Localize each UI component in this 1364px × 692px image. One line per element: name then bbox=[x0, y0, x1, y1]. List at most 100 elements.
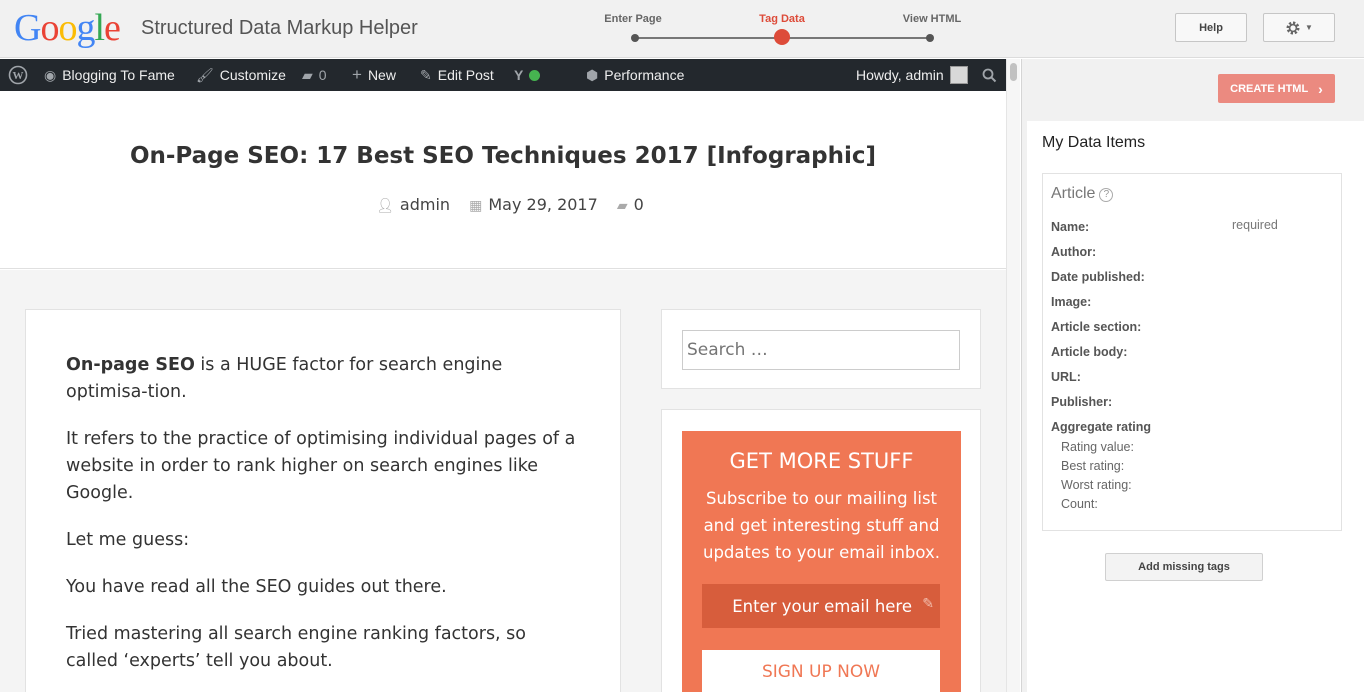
subfield-best-rating[interactable]: Best rating: bbox=[1061, 459, 1124, 473]
step-enter-page[interactable]: Enter Page bbox=[604, 13, 661, 25]
calendar-icon: ▦ bbox=[469, 198, 483, 214]
wp-admin-bar: W ◉ Blogging To Fame 🖌 Customize ▰ 0 + N… bbox=[0, 59, 1006, 91]
pencil-icon: ✎ bbox=[420, 66, 432, 83]
comments-item[interactable]: ▰ 0 bbox=[302, 59, 327, 91]
performance-label: Performance bbox=[604, 67, 685, 83]
search-input[interactable] bbox=[682, 330, 960, 370]
new-label: New bbox=[367, 67, 396, 83]
post-title: On-Page SEO: 17 Best SEO Techniques 2017… bbox=[129, 143, 877, 169]
step-view-html[interactable]: View HTML bbox=[903, 13, 961, 25]
article-body: On-page SEO is a HUGE factor for search … bbox=[25, 309, 621, 692]
page-preview: W ◉ Blogging To Fame 🖌 Customize ▰ 0 + N… bbox=[0, 59, 1006, 692]
field-image[interactable]: Image: bbox=[1051, 295, 1091, 309]
scrollbar-thumb[interactable] bbox=[1010, 63, 1017, 81]
subfield-rating-value[interactable]: Rating value: bbox=[1061, 440, 1134, 454]
pencil-icon: ✎ bbox=[922, 596, 934, 612]
help-icon[interactable]: ? bbox=[1099, 188, 1114, 202]
chevron-right-icon: › bbox=[1318, 80, 1323, 97]
comment-icon: ▰ bbox=[616, 198, 628, 214]
logo-letter: o bbox=[40, 7, 59, 49]
edit-post-label: Edit Post bbox=[437, 67, 494, 83]
subscribe-text: Subscribe to our mailing list and get in… bbox=[703, 489, 940, 562]
seo-status-item[interactable]: Y bbox=[514, 59, 541, 91]
article-item-box: Article? required Name: Author: Date pub… bbox=[1042, 173, 1342, 531]
subfield-worst-rating[interactable]: Worst rating: bbox=[1061, 478, 1132, 492]
post-meta: 👤︎ admin ▦ May 29, 2017 ▰ 0 bbox=[0, 195, 1006, 214]
item-type: Article bbox=[1051, 185, 1096, 202]
data-items-card: My Data Items Article? required Name: Au… bbox=[1027, 121, 1364, 692]
customize-label: Customize bbox=[219, 67, 286, 83]
article-paragraph: Let me guess: bbox=[66, 530, 190, 550]
field-author[interactable]: Author: bbox=[1051, 245, 1096, 259]
edit-post-item[interactable]: ✎ Edit Post bbox=[420, 59, 494, 91]
step-tag-data[interactable]: Tag Data bbox=[759, 13, 805, 25]
avatar bbox=[949, 66, 968, 84]
data-items-panel: CREATE HTML › My Data Items Article? req… bbox=[1021, 59, 1364, 692]
logo-letter: G bbox=[14, 7, 41, 49]
brush-icon: 🖌 bbox=[196, 66, 214, 83]
subscribe-box: GET MORE STUFF Subscribe to our mailing … bbox=[682, 431, 961, 692]
tool-title: Structured Data Markup Helper bbox=[141, 17, 418, 39]
field-article-body[interactable]: Article body: bbox=[1051, 345, 1127, 359]
subscribe-widget: GET MORE STUFF Subscribe to our mailing … bbox=[661, 409, 981, 692]
add-missing-tags-button[interactable]: Add missing tags bbox=[1105, 553, 1263, 581]
google-logo: Google bbox=[14, 6, 121, 50]
create-html-button[interactable]: CREATE HTML › bbox=[1218, 74, 1335, 103]
signup-button[interactable]: SIGN UP NOW bbox=[702, 650, 940, 692]
post-author[interactable]: admin bbox=[400, 195, 450, 214]
post-date: May 29, 2017 bbox=[488, 195, 598, 214]
article-paragraph: On-page SEO is a HUGE factor for search … bbox=[66, 355, 503, 402]
settings-button[interactable]: ▼ bbox=[1263, 13, 1335, 42]
admin-search-item[interactable] bbox=[982, 59, 997, 91]
gear-icon bbox=[1286, 21, 1300, 34]
item-type-label: Article? bbox=[1051, 185, 1114, 203]
user-icon: 👤︎ bbox=[376, 198, 394, 214]
svg-text:W: W bbox=[13, 70, 24, 82]
plus-icon: + bbox=[352, 65, 362, 84]
comment-icon: ▰ bbox=[302, 66, 313, 83]
page-scrollbar[interactable] bbox=[1006, 59, 1020, 692]
logo-letter: o bbox=[58, 7, 77, 49]
new-item[interactable]: + New bbox=[352, 59, 396, 91]
field-aggregate-rating[interactable]: Aggregate rating bbox=[1051, 420, 1151, 434]
logo-letter: e bbox=[104, 7, 121, 49]
chevron-down-icon: ▼ bbox=[1305, 23, 1313, 32]
logo-letter: g bbox=[76, 7, 95, 49]
logo-letter: l bbox=[94, 7, 105, 49]
dashboard-icon: ◉ bbox=[44, 66, 57, 83]
yoast-icon: Y bbox=[514, 67, 524, 83]
create-html-label: CREATE HTML bbox=[1230, 82, 1309, 95]
step-dot-enter-page bbox=[631, 34, 639, 42]
email-field[interactable]: Enter your email here ✎ bbox=[702, 584, 940, 628]
step-dot-view-html bbox=[926, 34, 934, 42]
step-progress: Enter Page Tag Data View HTML bbox=[600, 10, 980, 50]
post-comments[interactable]: 0 bbox=[634, 195, 644, 214]
field-publisher[interactable]: Publisher: bbox=[1051, 395, 1112, 409]
site-name-item[interactable]: ◉ Blogging To Fame bbox=[44, 59, 175, 91]
subfield-count[interactable]: Count: bbox=[1061, 497, 1098, 511]
search-widget bbox=[661, 309, 981, 389]
data-items-heading: My Data Items bbox=[1042, 134, 1146, 151]
article-paragraph: Tried mastering all search engine rankin… bbox=[66, 624, 527, 671]
comments-count: 0 bbox=[318, 67, 327, 83]
account-item[interactable]: Howdy, admin bbox=[856, 59, 968, 91]
customize-item[interactable]: 🖌 Customize bbox=[196, 59, 286, 91]
seo-status-dot bbox=[529, 69, 541, 81]
required-note: required bbox=[1232, 218, 1278, 232]
wordpress-icon: W bbox=[8, 65, 28, 85]
greeting: Howdy, admin bbox=[856, 67, 944, 83]
post-header: On-Page SEO: 17 Best SEO Techniques 2017… bbox=[0, 91, 1006, 269]
field-name[interactable]: Name: bbox=[1051, 220, 1089, 234]
field-url[interactable]: URL: bbox=[1051, 370, 1081, 384]
search-icon bbox=[982, 68, 997, 82]
article-paragraph: It refers to the practice of optimising … bbox=[66, 429, 576, 503]
help-button[interactable]: Help bbox=[1175, 13, 1247, 42]
email-placeholder: Enter your email here bbox=[732, 596, 912, 616]
field-date-published[interactable]: Date published: bbox=[1051, 270, 1145, 284]
field-article-section[interactable]: Article section: bbox=[1051, 320, 1141, 334]
wordpress-logo-item[interactable]: W bbox=[8, 59, 28, 91]
step-dot-tag-data bbox=[774, 29, 790, 45]
cube-icon: ⬢ bbox=[586, 66, 599, 83]
article-paragraph: You have read all the SEO guides out the… bbox=[66, 577, 447, 597]
performance-item[interactable]: ⬢ Performance bbox=[586, 59, 684, 91]
